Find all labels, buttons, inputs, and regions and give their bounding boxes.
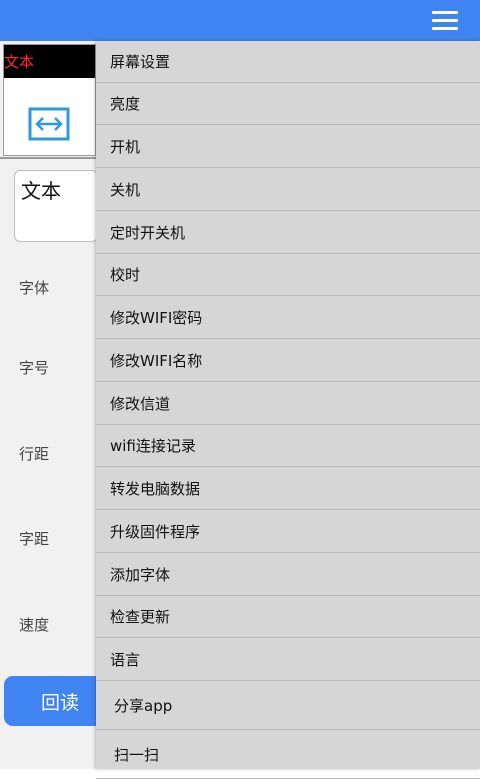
letter-spacing-label: 字距	[19, 530, 50, 548]
line-spacing-label: 行距	[19, 445, 50, 463]
menu-item-add-font[interactable]: 添加字体	[96, 554, 480, 596]
menu-item-time-sync[interactable]: 校时	[96, 254, 480, 296]
menu-item-forward-pc-data[interactable]: 转发电脑数据	[96, 468, 480, 510]
hamburger-icon[interactable]	[432, 9, 458, 31]
preview-text: 文本	[4, 53, 35, 71]
menu-item-share-app[interactable]: 分享app	[96, 682, 480, 730]
menu-item-firmware-upgrade[interactable]: 升级固件程序	[96, 511, 480, 553]
menu-item-scan[interactable]: 扫一扫	[96, 731, 480, 779]
menu-item-channel[interactable]: 修改信道	[96, 383, 480, 425]
divider	[0, 157, 96, 159]
menu-item-wifi-name[interactable]: 修改WIFI名称	[96, 340, 480, 382]
readback-button[interactable]: 回读	[4, 676, 104, 726]
swap-horizontal-icon[interactable]	[28, 107, 70, 141]
speed-label: 速度	[19, 616, 50, 634]
menu-item-power-on[interactable]: 开机	[96, 126, 480, 168]
editor-panel: 文本 文本 字体 字号 行距 字距 速度 停留	[0, 41, 98, 769]
drawer-menu: 屏幕设置 亮度 开机 关机 定时开关机 校时 修改WIFI密码 修改WIFI名称…	[96, 41, 480, 779]
text-input[interactable]: 文本	[14, 170, 98, 242]
preview-box[interactable]: 文本	[3, 44, 96, 156]
app-header	[0, 0, 480, 41]
menu-item-language[interactable]: 语言	[96, 639, 480, 681]
menu-item-check-update[interactable]: 检查更新	[96, 596, 480, 638]
menu-item-wifi-history[interactable]: wifi连接记录	[96, 425, 480, 467]
menu-item-schedule-power[interactable]: 定时开关机	[96, 212, 480, 254]
menu-item-brightness[interactable]: 亮度	[96, 83, 480, 125]
menu-item-power-off[interactable]: 关机	[96, 169, 480, 211]
preview-screen: 文本	[4, 45, 95, 78]
font-label: 字体	[19, 279, 50, 297]
font-size-label: 字号	[19, 359, 50, 377]
menu-item-screen-settings[interactable]: 屏幕设置	[96, 41, 480, 83]
menu-item-wifi-password[interactable]: 修改WIFI密码	[96, 297, 480, 339]
